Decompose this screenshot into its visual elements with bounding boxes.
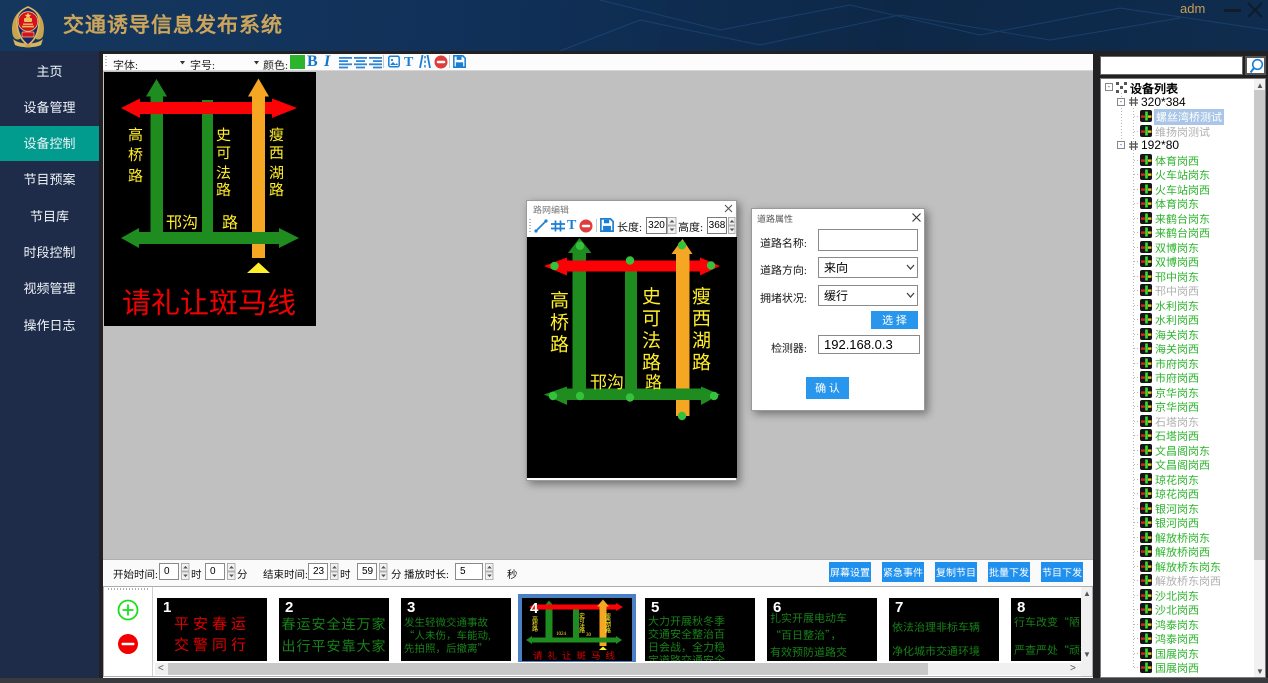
svg-text:瘦西湖路: 瘦西湖路 — [604, 612, 613, 634]
svg-text:30: 30 — [586, 631, 592, 638]
svg-text:高桥路: 高桥路 — [531, 615, 540, 632]
svg-text:请礼让斑马线: 请礼让斑马线 — [533, 648, 620, 661]
svg-text:1024: 1024 — [556, 630, 567, 637]
svg-text:史可法路: 史可法路 — [578, 612, 587, 634]
